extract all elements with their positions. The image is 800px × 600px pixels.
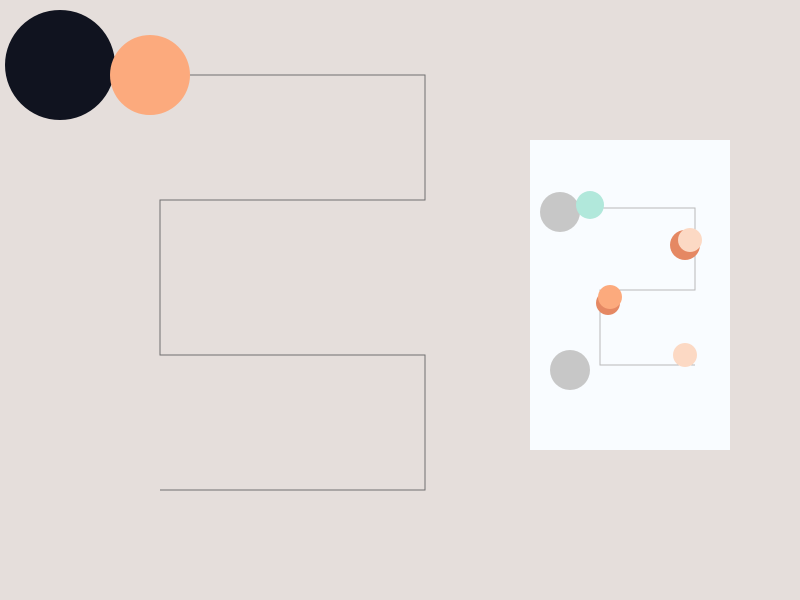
- panel-peach-node-2: [598, 285, 622, 309]
- panel-mint-node: [576, 191, 604, 219]
- panel-peach-node-1: [678, 228, 702, 252]
- panel-peach-node-3: [673, 343, 697, 367]
- panel-connector-path: [0, 0, 800, 600]
- panel-gray-node-2: [550, 350, 590, 390]
- panel-gray-node-1: [540, 192, 580, 232]
